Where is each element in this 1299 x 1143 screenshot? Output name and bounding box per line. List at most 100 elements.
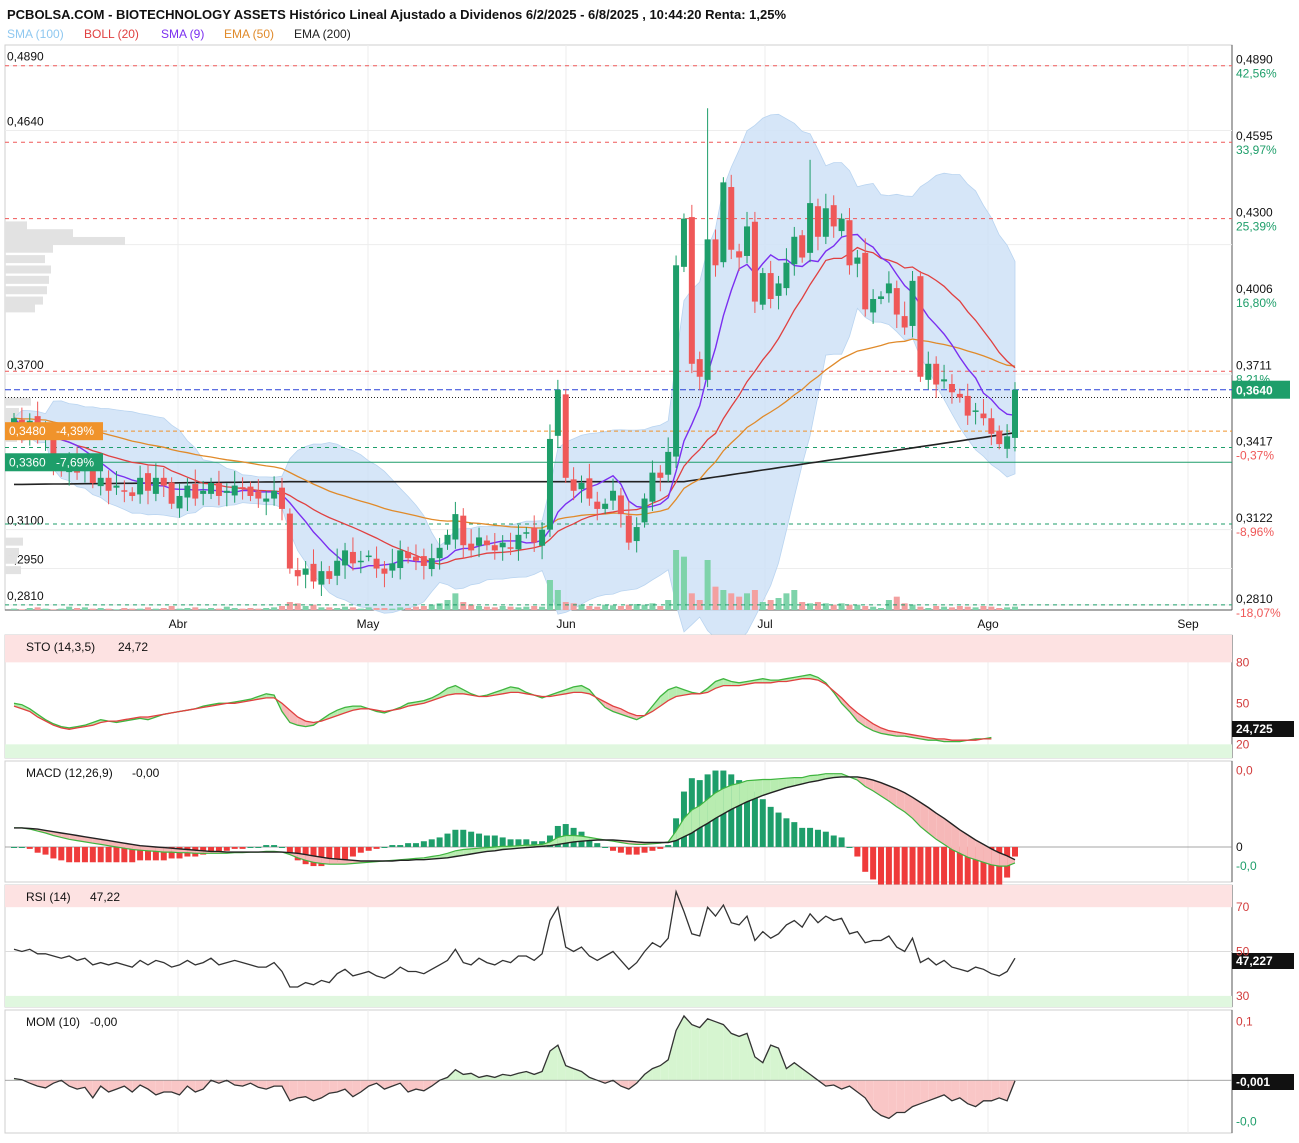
mom-fill bbox=[715, 1021, 724, 1081]
macd-histogram-bar bbox=[1012, 846, 1018, 857]
volume-profile-bar bbox=[5, 547, 19, 556]
mom-fill bbox=[770, 1045, 779, 1081]
volume-profile-bar bbox=[5, 221, 27, 230]
macd-histogram-bar bbox=[617, 846, 624, 853]
macd-histogram-bar bbox=[89, 846, 96, 863]
macd-histogram-bar bbox=[460, 829, 467, 847]
volume-bar bbox=[909, 604, 916, 610]
volume-profile-bar bbox=[5, 275, 49, 284]
candle-body bbox=[1012, 389, 1018, 438]
candle-body bbox=[318, 571, 325, 585]
candle-body bbox=[854, 257, 861, 264]
volume-bar bbox=[507, 606, 514, 610]
subpanel-label: MOM (10) bbox=[26, 1015, 80, 1029]
subpanel-label: MACD (12,26,9) bbox=[26, 766, 113, 780]
volume-bar bbox=[854, 604, 861, 610]
volume-bar bbox=[11, 608, 17, 610]
candle-body bbox=[570, 479, 577, 491]
volume-bar bbox=[468, 604, 475, 610]
volume-bar bbox=[223, 606, 230, 610]
volume-bar bbox=[988, 606, 995, 610]
macd-histogram-bar bbox=[50, 846, 57, 859]
right-level-label: 0,4890 bbox=[1236, 53, 1273, 67]
candle-body bbox=[176, 495, 183, 509]
candle-body bbox=[144, 473, 151, 491]
candle-body bbox=[373, 558, 380, 569]
volume-bar bbox=[704, 560, 711, 610]
mom-current-label: -0,001 bbox=[1236, 1075, 1270, 1089]
volume-bar bbox=[483, 606, 490, 610]
volume-bar bbox=[381, 608, 388, 610]
subpanel-tick: 50 bbox=[1236, 945, 1250, 959]
candle-body bbox=[223, 490, 230, 493]
right-level-pct: 42,56% bbox=[1236, 67, 1277, 81]
volume-profile-bar bbox=[5, 555, 17, 564]
mom-fill bbox=[739, 1033, 748, 1081]
macd-histogram-bar bbox=[113, 846, 120, 863]
macd-histogram-bar bbox=[97, 846, 104, 863]
candle-body bbox=[885, 283, 892, 294]
volume-bar bbox=[673, 550, 680, 610]
candle-body bbox=[515, 534, 522, 550]
volume-bar bbox=[50, 609, 57, 610]
subpanel-tick: 0,0 bbox=[1236, 764, 1253, 778]
macd-histogram-bar bbox=[641, 846, 648, 853]
volume-bar bbox=[941, 606, 948, 610]
candle-body bbox=[247, 486, 254, 496]
candle-body bbox=[791, 236, 798, 265]
volume-profile-bar bbox=[5, 244, 53, 253]
volume-bar bbox=[578, 604, 585, 610]
volume-bar bbox=[286, 602, 293, 610]
macd-histogram-bar bbox=[81, 846, 88, 863]
candle-body bbox=[444, 534, 451, 545]
x-tick-label: May bbox=[357, 617, 380, 631]
volume-bar bbox=[515, 607, 522, 610]
price-tag-value: 0,3480 bbox=[9, 424, 46, 438]
candle-body bbox=[736, 251, 743, 258]
volume-bar bbox=[389, 608, 396, 610]
candle-body bbox=[397, 550, 404, 569]
candle-body bbox=[412, 556, 419, 561]
stock-chart: PCBOLSA.COM - BIOTECHNOLOGY ASSETS Histó… bbox=[0, 0, 1299, 1138]
candle-body bbox=[546, 438, 553, 530]
price-panel[interactable]: AbrMayJunJulAgoSep0,48900,46400,42000,37… bbox=[4, 44, 1290, 650]
candle-body bbox=[830, 205, 837, 227]
volume-bar bbox=[310, 604, 317, 610]
right-level-label: 0,4006 bbox=[1236, 282, 1273, 296]
candle-body bbox=[783, 262, 790, 289]
macd-histogram-bar bbox=[491, 835, 498, 847]
macd-histogram-bar bbox=[830, 835, 837, 847]
stochastic-panel[interactable]: 24,725 STO (14,3,5) 24,72 80 50 20 bbox=[4, 634, 1294, 759]
volume-bar bbox=[744, 593, 751, 610]
subpanel-tick: 20 bbox=[1236, 737, 1250, 751]
right-level-label: 0,3122 bbox=[1236, 511, 1273, 525]
momentum-panel[interactable]: -0,001 MOM (10) -0,00 0,1 -0,0 bbox=[4, 1009, 1294, 1134]
chart-title: PCBOLSA.COM - BIOTECHNOLOGY ASSETS Histó… bbox=[7, 7, 786, 22]
rsi-panel[interactable]: 47,227RSI (14) 47,22705030 bbox=[4, 884, 1294, 1008]
volume-bar bbox=[657, 606, 664, 610]
volume-bar bbox=[397, 607, 404, 610]
macd-histogram-bar bbox=[625, 846, 632, 855]
candle-body bbox=[807, 203, 814, 253]
volume-bar bbox=[89, 608, 96, 610]
candle-body bbox=[688, 217, 695, 364]
macd-histogram-bar bbox=[74, 846, 81, 863]
candle-body bbox=[680, 218, 687, 267]
macd-histogram-bar bbox=[759, 799, 766, 847]
macd-histogram-bar bbox=[657, 846, 664, 849]
volume-bar bbox=[97, 608, 104, 610]
candle-body bbox=[294, 570, 301, 577]
x-tick-label: Abr bbox=[169, 617, 188, 631]
candle-body bbox=[452, 514, 459, 540]
mom-fill bbox=[163, 1080, 172, 1092]
rsi-oversold-zone bbox=[5, 995, 1232, 1007]
candle-body bbox=[152, 477, 159, 494]
volume-bar bbox=[200, 608, 207, 610]
mom-fill bbox=[691, 1024, 700, 1081]
candle-body bbox=[460, 515, 467, 546]
candle-body bbox=[665, 451, 672, 475]
volume-bar bbox=[964, 606, 971, 610]
volume-bar bbox=[168, 606, 175, 610]
candle-body bbox=[862, 252, 869, 310]
macd-histogram-bar bbox=[11, 846, 17, 848]
